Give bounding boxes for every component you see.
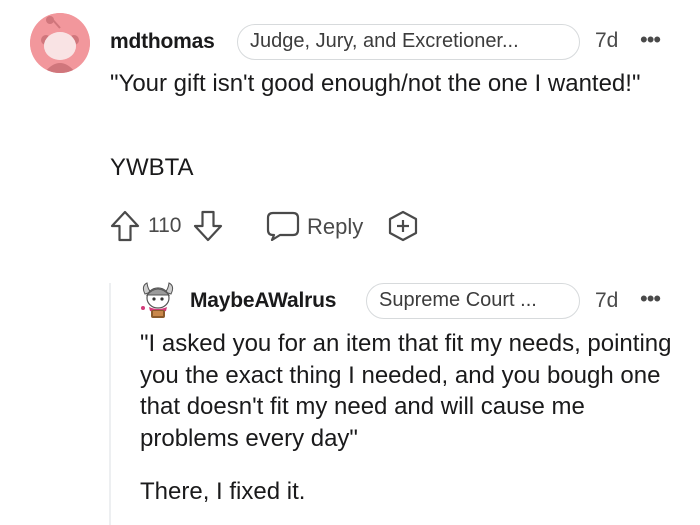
comment-username[interactable]: mdthomas bbox=[110, 30, 215, 54]
reply-body-closing: There, I fixed it. bbox=[140, 478, 306, 505]
reply-body-quote: "I asked you for an item that fit my nee… bbox=[140, 330, 672, 452]
user-avatar-icon[interactable] bbox=[139, 280, 177, 318]
more-options-icon[interactable]: ••• bbox=[640, 27, 661, 53]
reply-timestamp[interactable]: 7d bbox=[595, 289, 618, 313]
thread-line[interactable] bbox=[109, 283, 111, 525]
downvote-icon[interactable] bbox=[193, 210, 223, 247]
reply-button[interactable]: Reply bbox=[307, 214, 363, 240]
comment-body-verdict: YWBTA bbox=[110, 154, 194, 181]
award-plus-icon[interactable] bbox=[386, 210, 420, 247]
comment-body-quote: "Your gift isn't good enough/not the one… bbox=[110, 70, 641, 97]
comment-thread: mdthomas Judge, Jury, and Excretioner...… bbox=[0, 0, 700, 525]
user-flair: Supreme Court ... bbox=[366, 283, 580, 319]
more-options-icon[interactable]: ••• bbox=[640, 286, 661, 312]
default-avatar-icon[interactable] bbox=[30, 13, 90, 73]
upvote-icon[interactable] bbox=[110, 210, 140, 247]
vote-count: 110 bbox=[148, 214, 182, 237]
reply-bubble-icon[interactable] bbox=[266, 211, 300, 246]
user-flair: Judge, Jury, and Excretioner... bbox=[237, 24, 580, 60]
comment-timestamp[interactable]: 7d bbox=[595, 29, 618, 53]
reply-username[interactable]: MaybeAWalrus bbox=[190, 289, 336, 313]
